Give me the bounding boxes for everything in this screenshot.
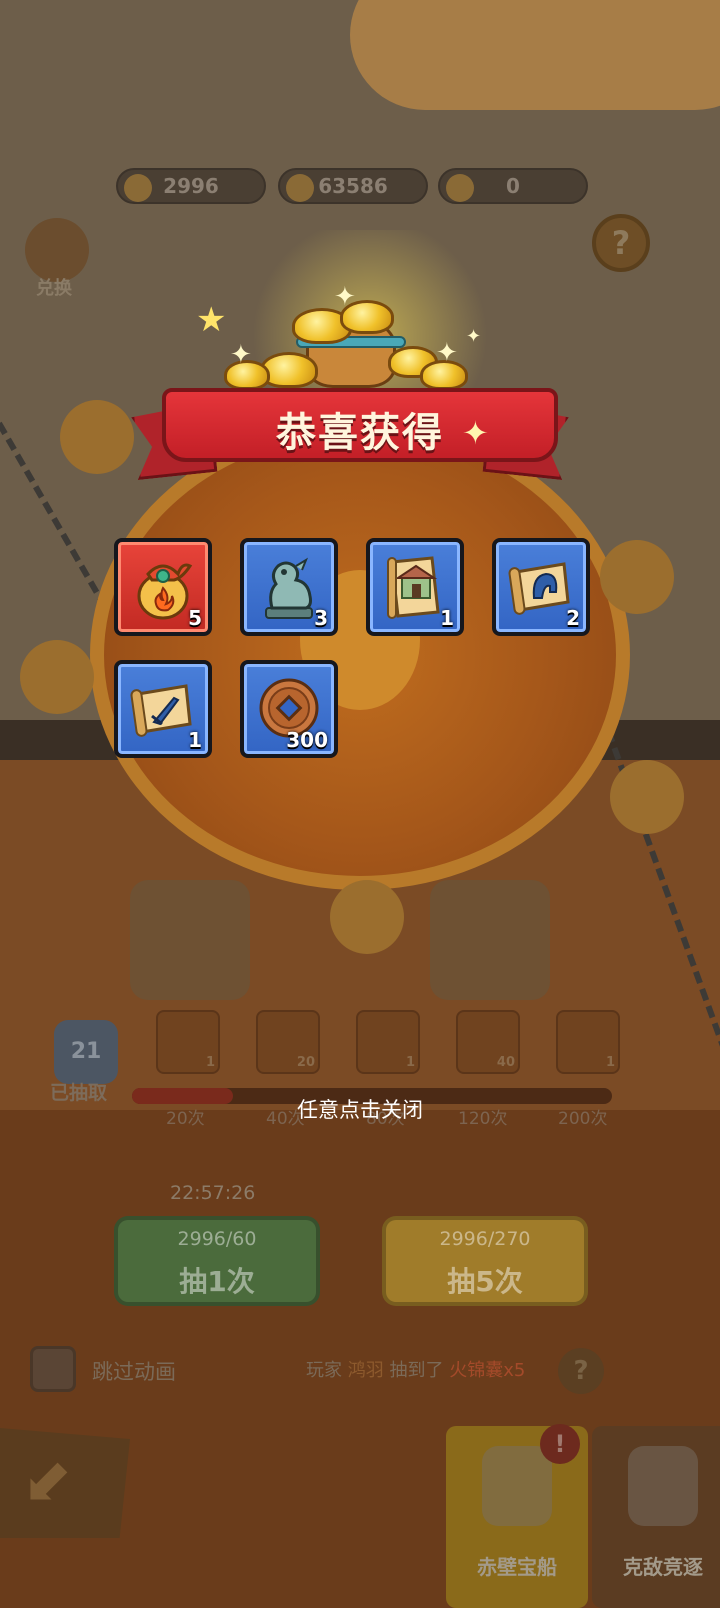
token-counter[interactable]: 0 <box>438 168 588 204</box>
item-count: 1 <box>188 728 202 752</box>
help-button[interactable]: ? <box>592 214 650 272</box>
draw-five-button[interactable]: 2996/270 抽5次 <box>382 1216 588 1306</box>
copper-coin-counter[interactable]: 63586 <box>278 168 428 204</box>
draw-five-cost: 2996/270 <box>439 1228 531 1250</box>
broadcast-player: 鸿羽 <box>347 1360 384 1381</box>
item-count: 3 <box>314 606 328 630</box>
sparkle-icon: ✦ <box>436 338 458 368</box>
tab-label: 克敌竞逐 <box>623 1555 703 1579</box>
draw-five-label: 抽5次 <box>447 1265 523 1298</box>
ship-icon <box>482 1446 552 1526</box>
item-count: 2 <box>566 606 580 630</box>
draw-once-label: 抽1次 <box>179 1265 255 1298</box>
draw-count-badge: 21 <box>54 1020 118 1084</box>
wheel-handle <box>60 400 134 474</box>
milestone-reward[interactable]: 20 <box>256 1010 320 1074</box>
reward-item-sword-scroll[interactable]: 1 <box>114 660 212 758</box>
copper-coin-value: 63586 <box>318 174 388 198</box>
scale-icon <box>25 218 89 282</box>
token-icon <box>446 174 474 202</box>
milestone-reward[interactable]: 1 <box>356 1010 420 1074</box>
wheel-handle <box>610 760 684 834</box>
milestone-reward[interactable]: 1 <box>556 1010 620 1074</box>
tab-enemy-competition[interactable]: 克敌竞逐 <box>592 1426 720 1608</box>
draw-broadcast: 玩家 鸿羽 抽到了 火锦囊x5 <box>306 1356 525 1382</box>
sparkle-icon: ✦ <box>230 340 252 370</box>
wheel-handle <box>330 880 404 954</box>
sparkle-icon: ✦ <box>462 414 489 452</box>
back-arrow-icon: ⬋ <box>22 1446 73 1516</box>
notice-badge-icon: ! <box>540 1424 580 1464</box>
draw-once-button[interactable]: 2996/60 抽1次 <box>114 1216 320 1306</box>
countdown-timer: 22:57:26 <box>170 1182 256 1204</box>
ingot-value: 2996 <box>163 174 219 198</box>
wheel-handle <box>600 540 674 614</box>
skip-animation-checkbox[interactable] <box>30 1346 76 1392</box>
ingot-icon <box>124 174 152 202</box>
reward-item-copper-coin[interactable]: 300 <box>240 660 338 758</box>
reward-item-jade-statue[interactable]: 3 <box>240 538 338 636</box>
tab-label: 赤壁宝船 <box>477 1555 557 1579</box>
exchange-label: 兑换 <box>36 278 72 299</box>
broadcast-item: 火锦囊x5 <box>449 1360 526 1381</box>
reward-item-building-scroll[interactable]: 1 <box>366 538 464 636</box>
cloud <box>350 0 720 110</box>
item-count: 1 <box>440 606 454 630</box>
reward-count: 20 <box>296 1055 315 1070</box>
broadcast-help-button[interactable]: ? <box>558 1348 604 1394</box>
token-value: 0 <box>506 174 520 198</box>
crossed-swords-icon <box>628 1446 698 1526</box>
sparkle-icon: ✦ <box>334 282 356 312</box>
fire-pouch-icon <box>137 563 193 620</box>
reward-count: 40 <box>496 1055 515 1070</box>
popup-title: 恭喜获得 <box>276 410 444 456</box>
draw-once-cost: 2996/60 <box>177 1228 257 1250</box>
copper-coin-icon <box>286 174 314 202</box>
reward-count: 1 <box>205 1055 215 1070</box>
item-count: 300 <box>286 728 328 752</box>
congrats-banner: 恭喜获得 <box>162 388 558 462</box>
reward-item-helmet-scroll[interactable]: 2 <box>492 538 590 636</box>
reward-count: 1 <box>605 1055 615 1070</box>
reward-count: 1 <box>405 1055 415 1070</box>
dragon-pillar <box>130 880 250 1000</box>
sword-scroll-icon <box>130 684 192 737</box>
skip-animation-label: 跳过动画 <box>92 1360 176 1384</box>
building-scroll-icon <box>387 556 440 619</box>
back-button[interactable]: ⬋ <box>0 1428 130 1538</box>
exchange-button[interactable]: 兑换 <box>22 218 92 299</box>
dragon-pillar <box>430 880 550 1000</box>
broadcast-verb: 抽到了 <box>389 1360 444 1381</box>
wheel-handle <box>20 640 94 714</box>
star-icon: ★ <box>196 300 227 340</box>
milestone-reward[interactable]: 40 <box>456 1010 520 1074</box>
ingot-counter[interactable]: 2996 <box>116 168 266 204</box>
helmet-scroll-icon <box>508 562 570 615</box>
reward-item-fire-pouch[interactable]: 5 <box>114 538 212 636</box>
broadcast-prefix: 玩家 <box>306 1360 342 1381</box>
item-count: 5 <box>188 606 202 630</box>
milestone-reward[interactable]: 1 <box>156 1010 220 1074</box>
sparkle-icon: ✦ <box>466 326 482 347</box>
tap-anywhere-to-close[interactable]: 任意点击关闭 <box>0 1094 720 1124</box>
jade-pixiu-statue-icon <box>265 557 313 619</box>
